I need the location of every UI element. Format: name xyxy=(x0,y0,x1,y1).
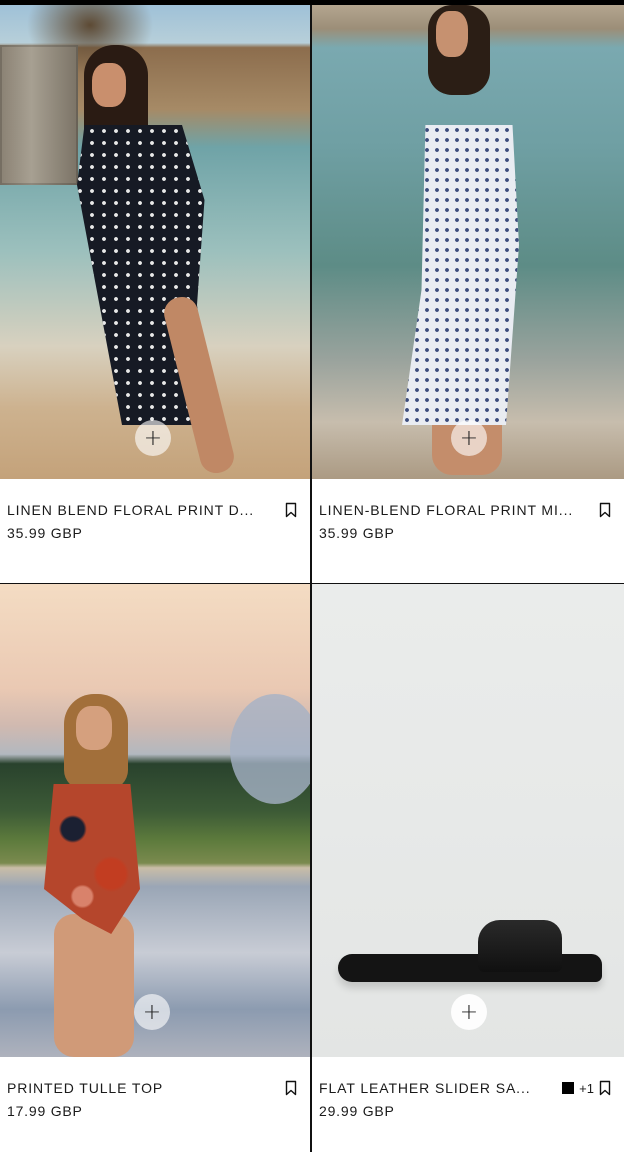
product-info: PRINTED TULLE TOP 17.99 GBP xyxy=(0,1057,310,1152)
product-card[interactable]: + PRINTED TULLE TOP 17.99 GBP xyxy=(0,584,310,1152)
product-price: 35.99 GBP xyxy=(7,525,83,541)
sandal-sole-shape xyxy=(338,954,602,982)
product-price: 17.99 GBP xyxy=(7,1103,83,1119)
more-colors-count[interactable]: +1 xyxy=(579,1081,594,1096)
model-figure xyxy=(24,694,154,1057)
product-info: LINEN-BLEND FLORAL PRINT MI... 35.99 GBP xyxy=(312,479,624,583)
sandal-strap-shape xyxy=(478,920,562,972)
product-price: 35.99 GBP xyxy=(319,525,395,541)
plus-icon: + xyxy=(459,999,479,1025)
product-card[interactable]: + LINEN-BLEND FLORAL PRINT MI... 35.99 G… xyxy=(312,5,624,583)
model-figure xyxy=(62,45,238,477)
product-name[interactable]: LINEN-BLEND FLORAL PRINT MI... xyxy=(319,502,573,518)
bookmark-icon[interactable] xyxy=(285,1080,297,1096)
product-image[interactable]: + xyxy=(312,5,624,479)
product-card[interactable]: + LINEN BLEND FLORAL PRINT D... 35.99 GB… xyxy=(0,5,310,583)
bookmark-icon[interactable] xyxy=(285,502,297,518)
product-name[interactable]: PRINTED TULLE TOP xyxy=(7,1080,163,1096)
product-name[interactable]: LINEN BLEND FLORAL PRINT D... xyxy=(7,502,254,518)
plus-icon: + xyxy=(143,425,163,451)
quick-add-button[interactable]: + xyxy=(134,994,170,1030)
product-info: LINEN BLEND FLORAL PRINT D... 35.99 GBP xyxy=(0,479,310,583)
product-price: 29.99 GBP xyxy=(319,1103,395,1119)
bookmark-icon[interactable] xyxy=(599,1080,611,1096)
quick-add-button[interactable]: + xyxy=(451,994,487,1030)
quick-add-button[interactable]: + xyxy=(135,420,171,456)
model-figure xyxy=(392,5,542,479)
plus-icon: + xyxy=(459,425,479,451)
bookmark-icon[interactable] xyxy=(599,502,611,518)
color-swatch[interactable] xyxy=(562,1082,575,1094)
product-info: FLAT LEATHER SLIDER SA... +1 29.99 GBP xyxy=(312,1057,624,1152)
product-card[interactable]: + FLAT LEATHER SLIDER SA... +1 29.99 GBP xyxy=(312,584,624,1152)
product-name[interactable]: FLAT LEATHER SLIDER SA... xyxy=(319,1080,531,1096)
product-image[interactable]: + xyxy=(0,584,310,1057)
product-grid: + LINEN BLEND FLORAL PRINT D... 35.99 GB… xyxy=(0,0,624,1152)
plus-icon: + xyxy=(142,999,162,1025)
product-image[interactable]: + xyxy=(0,5,310,479)
product-image[interactable]: + xyxy=(312,584,624,1057)
quick-add-button[interactable]: + xyxy=(451,420,487,456)
